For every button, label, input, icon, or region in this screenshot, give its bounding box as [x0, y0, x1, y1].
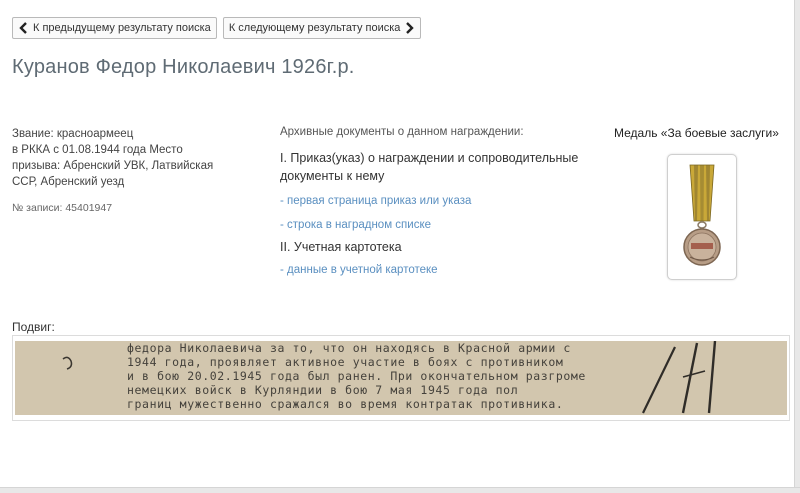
prev-result-label: К предыдущему результату поиска — [33, 22, 211, 34]
window-frame-right — [794, 0, 800, 493]
handwriting-overlay — [62, 341, 717, 414]
medal-image[interactable] — [667, 154, 737, 280]
feat-scan-image[interactable]: федора Николаевича за то, что он находяс… — [15, 341, 787, 415]
award-panel: Медаль «За боевые заслуги» — [614, 126, 790, 280]
next-result-button[interactable]: К следующему результату поиска — [222, 17, 422, 39]
medal-icon — [683, 164, 721, 266]
detail-line: в РККА с 01.08.1944 года Место — [12, 144, 183, 156]
chevron-right-icon — [406, 22, 415, 34]
card-index-link[interactable]: - данные в учетной картотеке — [280, 264, 600, 276]
award-name: Медаль «За боевые заслуги» — [614, 126, 779, 140]
card-index-section-title: II. Учетная картотека — [280, 240, 402, 254]
order-section-title: I. Приказ(указ) о награждении и сопровод… — [280, 151, 579, 183]
feat-label: Подвиг: — [12, 320, 55, 334]
detail-line: призыва: Абренский УВК, Латвийская — [12, 160, 214, 172]
search-navigation: К предыдущему результату поиска К следую… — [12, 17, 422, 39]
first-page-link[interactable]: - первая страница приказ или указа — [280, 195, 600, 207]
prev-result-button[interactable]: К предыдущему результату поиска — [12, 17, 217, 39]
window-frame-bottom — [0, 487, 800, 493]
documents-heading: Архивные документы о данном награждении: — [280, 126, 524, 138]
chevron-left-icon — [19, 22, 27, 34]
next-result-label: К следующему результату поиска — [228, 22, 401, 34]
page-title: Куранов Федор Николаевич 1926г.р. — [12, 56, 355, 78]
record-number: № записи: 45401947 — [12, 202, 113, 214]
person-details: Звание: красноармеец в РККА с 01.08.1944… — [12, 126, 252, 216]
feat-document: федора Николаевича за то, что он находяс… — [12, 335, 790, 421]
award-list-line-link[interactable]: - строка в наградном списке — [280, 219, 600, 231]
detail-line: Звание: красноармеец — [12, 128, 134, 140]
detail-line: ССР, Абренский уезд — [12, 176, 125, 188]
archive-documents: Архивные документы о данном награждении:… — [280, 126, 600, 276]
